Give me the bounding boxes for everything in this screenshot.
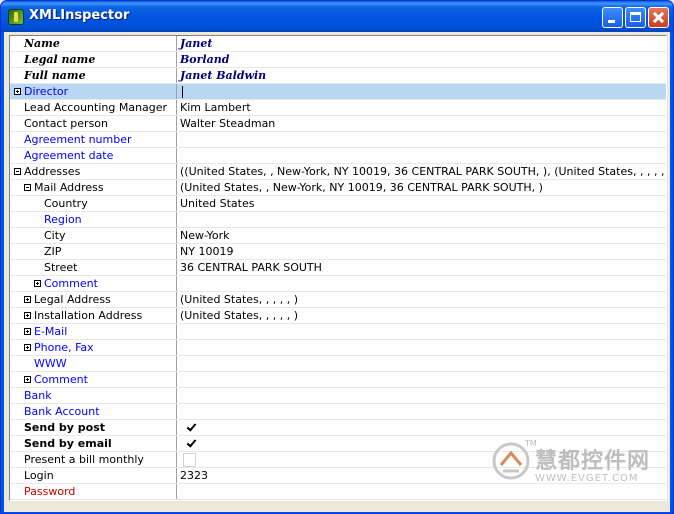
row-label: Mail Address [34,181,104,194]
row-label: Legal name [24,53,96,66]
grid-row-www[interactable]: WWW [10,356,666,372]
row-label: Login [24,469,54,482]
row-label: Bank [24,389,52,402]
window-title: XMLInspector [29,8,130,23]
row-label: Country [44,197,88,210]
row-label: Comment [44,277,98,290]
maximize-icon [630,12,641,22]
grid-row-agreement-date[interactable]: Agreement date [10,148,666,164]
row-value[interactable]: United States [180,196,255,212]
row-label: Director [24,85,69,98]
expand-icon[interactable] [24,328,31,335]
row-label: Installation Address [34,309,143,322]
watermark-text: 慧都控件网 [535,449,651,474]
property-grid[interactable]: Name Janet Legal name Borland Full name … [9,35,667,501]
grid-row-director[interactable]: Director [10,84,666,100]
client-area: Name Janet Legal name Borland Full name … [4,32,670,512]
grid-row-city[interactable]: City New-York [10,228,666,244]
app-window: XMLInspector Name Janet Legal name Borla… [0,0,674,514]
expand-icon[interactable] [24,376,31,383]
grid-row-email[interactable]: E-Mail [10,324,666,340]
row-value[interactable]: Janet [180,36,212,52]
row-label: Street [44,261,78,274]
row-value[interactable]: New-York [180,228,230,244]
grid-row-bank[interactable]: Bank [10,388,666,404]
row-value[interactable]: Kim Lambert [180,100,251,116]
row-label: Comment [34,373,88,386]
grid-row-legal-address[interactable]: Legal Address (United States, , , , , ) [10,292,666,308]
row-label: E-Mail [34,325,68,338]
row-value[interactable]: 2323 [180,468,208,484]
send-by-post-checkbox[interactable] [186,422,196,432]
row-label: Agreement number [24,133,132,146]
app-icon [8,9,24,25]
row-label: Password [24,485,76,498]
grid-row-addresses[interactable]: Addresses ((United States, , New-York, N… [10,164,666,180]
row-label: Send by email [24,437,112,450]
text-cursor [182,86,183,98]
expand-icon[interactable] [24,312,31,319]
minimize-icon [608,20,615,23]
grid-row-street[interactable]: Street 36 CENTRAL PARK SOUTH [10,260,666,276]
grid-row-country[interactable]: Country United States [10,196,666,212]
close-button[interactable] [648,7,669,28]
bill-monthly-checkbox[interactable] [183,453,196,467]
grid-row-contact-person[interactable]: Contact person Walter Steadman [10,116,666,132]
close-icon [649,8,668,27]
row-value[interactable]: NY 10019 [180,244,233,260]
watermark: TM 慧都控件网 WWW.EVGET.COM [491,439,667,501]
collapse-icon[interactable] [14,168,21,175]
send-by-email-checkbox[interactable] [186,438,196,448]
grid-row-legal-name[interactable]: Legal name Borland [10,52,666,68]
grid-row-name[interactable]: Name Janet [10,36,666,52]
title-bar[interactable]: XMLInspector [1,1,673,32]
grid-row-lead-accounting-manager[interactable]: Lead Accounting Manager Kim Lambert [10,100,666,116]
grid-row-phone-fax[interactable]: Phone, Fax [10,340,666,356]
row-value[interactable]: ((United States, , New-York, NY 10019, 3… [180,164,666,180]
row-label: Present a bill monthly [24,453,144,466]
row-value[interactable]: (United States, , , , , ) [180,292,298,308]
watermark-url: WWW.EVGET.COM [535,473,639,484]
row-value[interactable]: Walter Steadman [180,116,275,132]
grid-row-full-name[interactable]: Full name Janet Baldwin [10,68,666,84]
row-label: Bank Account [24,405,100,418]
row-value[interactable]: (United States, , , , , ) [180,308,298,324]
minimize-button[interactable] [602,7,623,28]
grid-row-mail-comment[interactable]: Comment [10,276,666,292]
row-value[interactable]: (United States, , New-York, NY 10019, 36… [180,180,543,196]
row-label: Phone, Fax [34,341,94,354]
row-label: Region [44,213,82,226]
grid-row-zip[interactable]: ZIP NY 10019 [10,244,666,260]
grid-row-bank-account[interactable]: Bank Account [10,404,666,420]
expand-icon[interactable] [14,88,21,95]
row-label: Full name [24,69,86,82]
row-label: Send by post [24,421,106,434]
row-value[interactable]: Borland [180,52,229,68]
row-label: Agreement date [24,149,114,162]
row-label: Addresses [24,165,81,178]
grid-row-installation-address[interactable]: Installation Address (United States, , ,… [10,308,666,324]
row-label: Lead Accounting Manager [24,101,168,114]
grid-row-region[interactable]: Region [10,212,666,228]
expand-icon[interactable] [34,280,41,287]
collapse-icon[interactable] [24,184,31,191]
row-label: City [44,229,66,242]
row-value[interactable]: 36 CENTRAL PARK SOUTH [180,260,322,276]
row-value[interactable]: Janet Baldwin [180,68,266,84]
expand-icon[interactable] [24,296,31,303]
grid-row-send-by-post[interactable]: Send by post [10,420,666,436]
row-label: Name [24,37,60,50]
row-label: WWW [34,357,67,370]
grid-row-mail-address[interactable]: Mail Address (United States, , New-York,… [10,180,666,196]
row-label: Contact person [24,117,108,130]
expand-icon[interactable] [24,344,31,351]
maximize-button[interactable] [625,7,646,28]
row-label: Legal Address [34,293,111,306]
grid-row-agreement-number[interactable]: Agreement number [10,132,666,148]
grid-row-comment[interactable]: Comment [10,372,666,388]
row-label: ZIP [44,245,62,258]
